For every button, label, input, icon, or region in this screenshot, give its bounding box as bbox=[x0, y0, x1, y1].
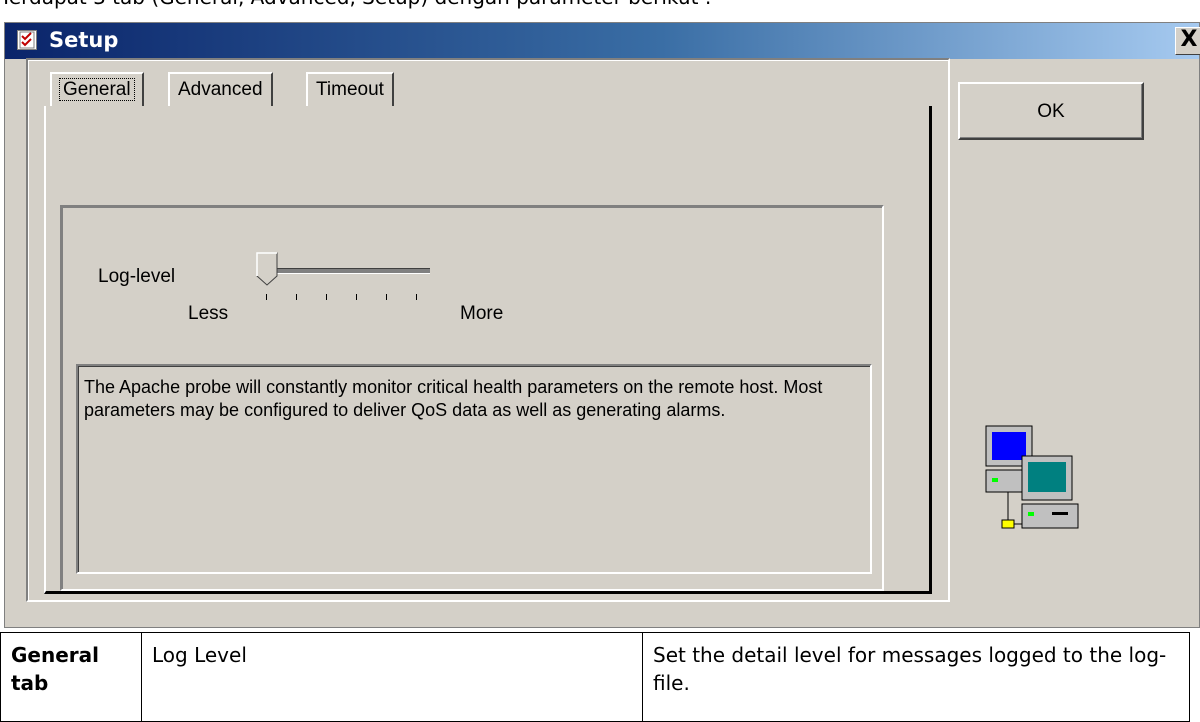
tab-timeout[interactable]: Timeout bbox=[306, 72, 394, 106]
slider-tick bbox=[296, 294, 297, 300]
title-bar[interactable]: Setup bbox=[5, 23, 1199, 59]
ok-button[interactable]: OK bbox=[958, 82, 1144, 140]
network-computers-icon bbox=[985, 425, 1079, 529]
description-box: The Apache probe will constantly monitor… bbox=[76, 364, 872, 574]
tab-name-cell: General tab bbox=[0, 632, 142, 722]
tab-general-label: General bbox=[59, 78, 135, 101]
slider-tick bbox=[326, 294, 327, 300]
log-level-slider-track[interactable] bbox=[264, 268, 430, 274]
document-intro-text: Terdapat 3 tab (General, Advanced, Setup… bbox=[0, 0, 1200, 10]
slider-max-label: More bbox=[460, 303, 504, 324]
setup-checklist-icon bbox=[17, 30, 37, 50]
tab-advanced-label: Advanced bbox=[178, 79, 263, 100]
table-row: General tab Log Level Set the detail lev… bbox=[0, 632, 1190, 722]
field-description-cell: Set the detail level for messages logged… bbox=[642, 632, 1190, 722]
window-title: Setup bbox=[49, 28, 119, 52]
slider-tick bbox=[386, 294, 387, 300]
tab-timeout-label: Timeout bbox=[316, 79, 384, 100]
slider-tick bbox=[356, 294, 357, 300]
close-button[interactable]: X bbox=[1175, 27, 1200, 55]
tab-general[interactable]: General bbox=[50, 72, 144, 106]
log-level-label: Log-level bbox=[98, 266, 176, 287]
parameter-table: General tab Log Level Set the detail lev… bbox=[0, 632, 1190, 722]
log-level-slider-thumb[interactable] bbox=[256, 252, 278, 286]
field-name-cell: Log Level bbox=[141, 632, 643, 722]
slider-tick bbox=[266, 294, 267, 300]
slider-min-label: Less bbox=[188, 303, 229, 324]
slider-tick bbox=[416, 294, 417, 300]
tab-advanced[interactable]: Advanced bbox=[168, 72, 273, 106]
